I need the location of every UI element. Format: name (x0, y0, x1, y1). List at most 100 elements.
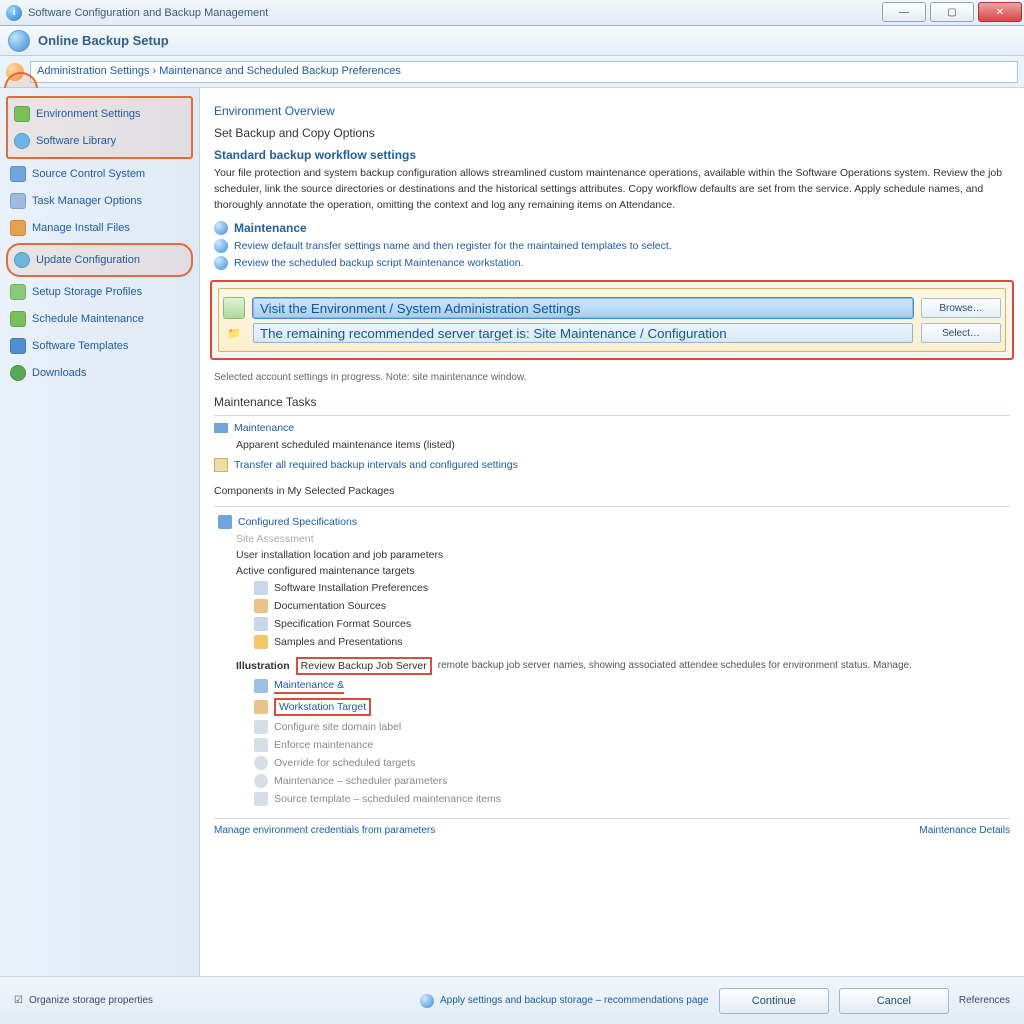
sheet-small-icon (254, 700, 268, 714)
maintenance-line1: Apparent scheduled maintenance items (li… (236, 438, 1010, 454)
toolbar-title: Online Backup Setup (38, 33, 169, 48)
link-review-script[interactable]: Review the scheduled backup script Maint… (214, 256, 1010, 270)
tree-row[interactable]: Specification Format Sources (254, 615, 1010, 633)
sidebar-item-label: Software Templates (32, 340, 128, 352)
tree-row: Site Assessment (236, 531, 1010, 547)
page-icon (254, 581, 268, 595)
sidebar-item-label: Software Library (36, 135, 116, 147)
sidebar-item-label: Environment Settings (36, 108, 141, 120)
sidebar-item-downloads[interactable]: Downloads (6, 361, 193, 385)
tree-row: Configure site domain label (254, 718, 1010, 736)
illustration-sub: Maintenance & (254, 677, 1010, 696)
tree-heading: Components in My Selected Packages (214, 484, 1010, 500)
references-hint: References (959, 995, 1010, 1006)
section-title: Set Backup and Copy Options (214, 126, 1010, 140)
shield-small-icon (420, 994, 434, 1008)
bottom-left-note: ☑Organize storage properties (14, 995, 153, 1006)
sidebar-item-storage[interactable]: Setup Storage Profiles (6, 280, 193, 304)
calendar-green-icon (10, 311, 26, 327)
clock-grey-icon (254, 756, 268, 770)
sidebar-item-installfiles[interactable]: Manage Install Files (6, 216, 193, 240)
subtitle-maintenance: Maintenance (214, 221, 1010, 235)
tree-row[interactable]: Samples and Presentations (254, 633, 1010, 651)
package-orange-icon (10, 220, 26, 236)
sidebar-item-taskmanager[interactable]: Task Manager Options (6, 189, 193, 213)
paragraph-body: Your file protection and system backup c… (214, 166, 1010, 213)
window-titlebar: i Software Configuration and Backup Mana… (0, 0, 1024, 26)
tree-row[interactable]: Software Installation Preferences (254, 579, 1010, 597)
sidebar-item-label: Manage Install Files (32, 222, 130, 234)
tree-row[interactable]: User installation location and job param… (236, 547, 1010, 563)
bottom-bar: ☑Organize storage properties Apply setti… (0, 976, 1024, 1024)
footer-link-right[interactable]: Maintenance Details (919, 825, 1010, 836)
browse-button[interactable]: Browse… (921, 298, 1001, 318)
sidebar-item-library[interactable]: Software Library (10, 129, 189, 153)
minimize-button[interactable]: — (882, 2, 926, 22)
sidebar-item-label: Update Configuration (36, 254, 140, 266)
sidebar-item-label: Source Control System (32, 168, 145, 180)
tree-row[interactable]: Documentation Sources (254, 597, 1010, 615)
page-icon (254, 617, 268, 631)
tree-row: Enforce maintenance (254, 736, 1010, 754)
tree-row: Maintenance – scheduler parameters (254, 772, 1010, 790)
bars-icon (214, 423, 228, 433)
subtitle-workflow: Standard backup workflow settings (214, 148, 1010, 162)
tree-row[interactable]: Configured Specifications (218, 513, 1010, 531)
clock-grey-icon (254, 774, 268, 788)
sphere-icon (214, 221, 228, 235)
sidebar-item-label: Downloads (32, 367, 86, 379)
cancel-button[interactable]: Cancel (839, 988, 949, 1014)
annotation-highlight-oval-2: Update Configuration (6, 243, 193, 277)
gear-green-icon (14, 106, 30, 122)
tree-row[interactable]: Active configured maintenance targets (236, 563, 1010, 579)
path-input-hint[interactable] (253, 323, 913, 343)
bottom-mid-link[interactable]: Apply settings and backup storage – reco… (420, 994, 709, 1008)
folder-icon (254, 635, 268, 649)
sidebar-item-label: Schedule Maintenance (32, 313, 144, 325)
path-input-selected[interactable] (253, 298, 913, 318)
sheet-icon (214, 458, 228, 472)
breadcrumb-bar: Administration Settings › Maintenance an… (0, 56, 1024, 88)
users-icon (10, 338, 26, 354)
maintenance-link[interactable]: Maintenance (214, 422, 1010, 434)
maximize-button[interactable]: ▢ (930, 2, 974, 22)
stack-blue-icon (10, 166, 26, 182)
callout-note: Selected account settings in progress. N… (214, 370, 1010, 385)
close-button[interactable]: ✕ (978, 2, 1022, 22)
book-grey-icon (254, 738, 268, 752)
info-icon (214, 239, 228, 253)
globe-icon (14, 252, 30, 268)
breadcrumb[interactable]: Administration Settings › Maintenance an… (30, 61, 1018, 83)
sidebar: Environment Settings Software Library So… (0, 88, 200, 976)
screen-small-icon (254, 679, 268, 693)
sidebar-item-templates[interactable]: Software Templates (6, 334, 193, 358)
sidebar-item-updateconfig[interactable]: Update Configuration (10, 248, 189, 272)
annotation-red-box-2: Workstation Target (274, 698, 371, 716)
maintenance-line2-row[interactable]: Transfer all required backup intervals a… (214, 458, 1010, 472)
select-button[interactable]: Select… (921, 323, 1001, 343)
underlined-link[interactable]: Maintenance & (274, 679, 344, 694)
continue-button[interactable]: Continue (719, 988, 829, 1014)
sidebar-item-environment[interactable]: Environment Settings (10, 102, 189, 126)
sphere-icon (14, 133, 30, 149)
sidebar-item-label: Task Manager Options (32, 195, 142, 207)
tree-row: Override for scheduled targets (254, 754, 1010, 772)
crumb-small: Environment Overview (214, 104, 1010, 118)
toolbar-icon (8, 30, 30, 52)
tasks-icon (10, 193, 26, 209)
footer-link-left[interactable]: Manage environment credentials from para… (214, 825, 435, 836)
window-title: Software Configuration and Backup Manage… (28, 7, 268, 19)
link-review-transfer[interactable]: Review default transfer settings name an… (214, 239, 1010, 253)
annotation-callout-box: Browse… 📁 Select… (210, 280, 1014, 360)
info-icon (214, 256, 228, 270)
page-grey-icon (254, 792, 268, 806)
page-grey-icon (254, 720, 268, 734)
sidebar-item-schedule[interactable]: Schedule Maintenance (6, 307, 193, 331)
sidebar-item-sourcecontrol[interactable]: Source Control System (6, 162, 193, 186)
folder-icon: 📁 (223, 324, 245, 342)
database-green-icon (223, 297, 245, 319)
sidebar-item-label: Setup Storage Profiles (32, 286, 142, 298)
doc-icon (254, 599, 268, 613)
main-pane: Environment Overview Set Backup and Copy… (200, 88, 1024, 976)
annotation-highlight-box: Environment Settings Software Library (6, 96, 193, 159)
